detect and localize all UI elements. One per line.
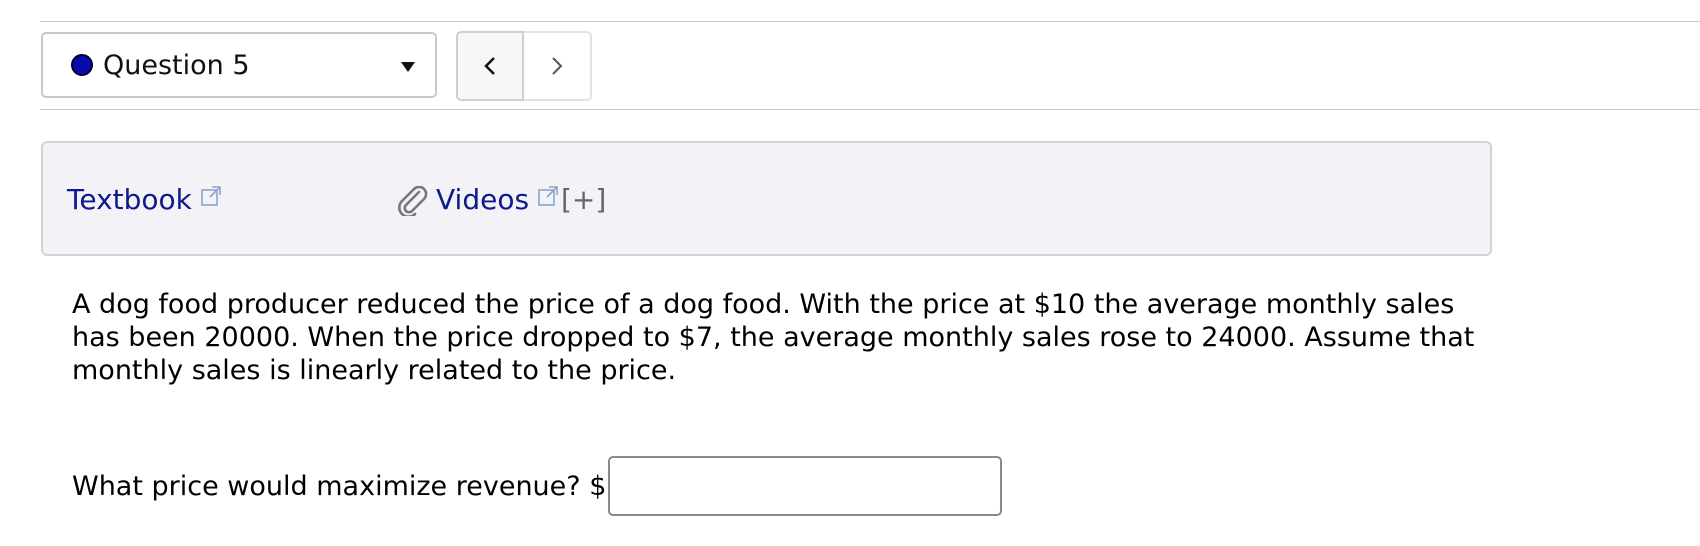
top-divider <box>40 21 1700 22</box>
caret-down-icon <box>401 62 415 72</box>
answer-row: What price would maximize revenue? $ <box>72 456 1003 516</box>
question-selector[interactable]: Question 5 <box>41 32 437 98</box>
videos-link[interactable]: Videos <box>436 183 559 216</box>
textbook-link[interactable]: Textbook <box>67 183 222 216</box>
resources-panel: Textbook Videos [+] <box>41 141 1492 256</box>
external-link-icon <box>201 185 221 206</box>
question-selector-label: Question 5 <box>103 49 250 81</box>
external-link-icon <box>538 185 558 206</box>
textbook-link-label: Textbook <box>67 183 192 216</box>
header-divider <box>40 109 1700 110</box>
answer-prompt: What price would maximize revenue? $ <box>72 470 607 502</box>
question-status-dot <box>71 54 93 76</box>
question-text: A dog food producer reduced the price of… <box>72 289 1475 386</box>
paperclip-icon <box>398 186 428 216</box>
expand-resources-toggle[interactable]: [+] <box>561 183 606 216</box>
chevron-right-icon <box>552 57 563 75</box>
answer-input[interactable] <box>608 456 1003 516</box>
question-nav <box>456 31 592 101</box>
videos-link-label: Videos <box>436 183 530 216</box>
next-question-button[interactable] <box>524 31 592 101</box>
chevron-left-icon <box>484 57 495 75</box>
previous-question-button[interactable] <box>456 31 524 101</box>
